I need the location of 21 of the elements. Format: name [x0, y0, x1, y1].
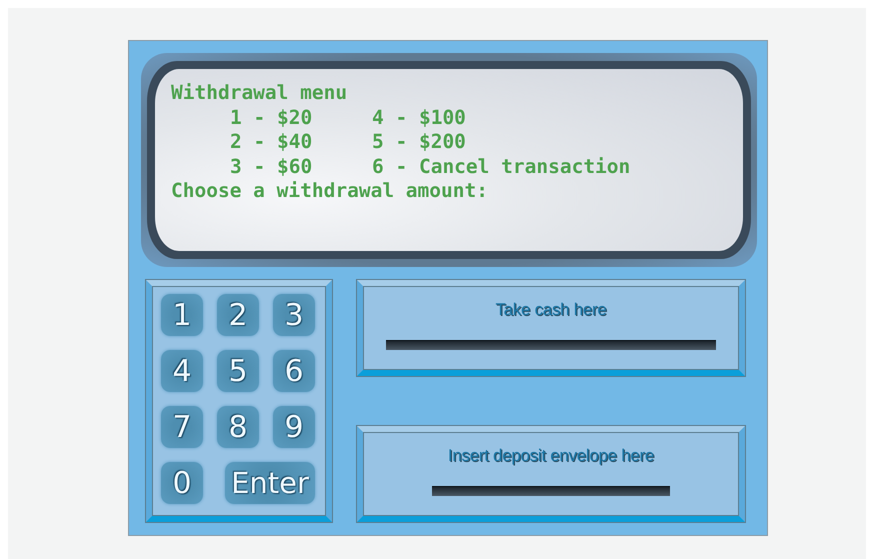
menu-option: 1 - $20	[230, 106, 312, 128]
number-key[interactable]: 0	[161, 462, 203, 504]
menu-option: 4 - $100	[372, 106, 466, 128]
slot-label: Take cash here	[495, 300, 607, 320]
number-key[interactable]: 1	[161, 294, 203, 336]
number-key[interactable]: 7	[161, 406, 203, 448]
enter-key[interactable]: Enter	[225, 462, 315, 504]
number-key[interactable]: 2	[217, 294, 259, 336]
menu-option: 2 - $40	[230, 130, 312, 153]
menu-heading: Withdrawal menu	[171, 81, 348, 104]
slot-label: Insert deposit envelope here	[448, 446, 654, 466]
number-key[interactable]: 6	[273, 350, 315, 392]
number-key[interactable]: 8	[217, 406, 259, 448]
number-key[interactable]: 5	[217, 350, 259, 392]
menu-option: 6 - Cancel transaction	[372, 154, 630, 178]
prompt-text: Choose a withdrawal amount:	[171, 179, 488, 202]
menu-option: 3 - $60	[230, 154, 312, 178]
menu-option: 5 - $200	[372, 130, 466, 153]
number-key[interactable]: 4	[161, 350, 203, 392]
number-key[interactable]: 9	[273, 406, 315, 448]
number-key[interactable]: 3	[273, 294, 315, 336]
